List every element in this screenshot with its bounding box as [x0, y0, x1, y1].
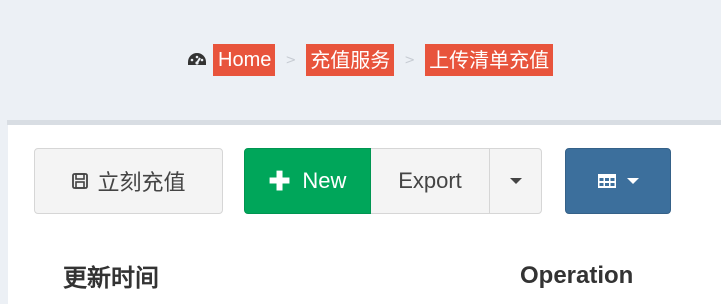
- recharge-now-label: 立刻充值: [97, 171, 186, 196]
- column-header-updated-time[interactable]: 更新时间: [63, 258, 159, 293]
- export-button[interactable]: Export: [371, 148, 490, 214]
- table-icon: [597, 173, 617, 189]
- caret-down-icon: [509, 178, 522, 184]
- breadcrumb-item-home[interactable]: Home: [213, 44, 276, 76]
- new-label: New: [302, 168, 347, 193]
- breadcrumb-separator: >: [285, 52, 297, 68]
- breadcrumb-separator: >: [404, 52, 416, 68]
- recharge-now-button[interactable]: 立刻充值: [34, 148, 223, 214]
- new-button[interactable]: ✚ New: [244, 148, 371, 214]
- plus-icon: ✚: [268, 166, 291, 196]
- breadcrumb: Home > 充值服务 > 上传清单充值: [186, 43, 554, 77]
- breadcrumb-item-recharge-service[interactable]: 充值服务: [306, 44, 395, 76]
- export-label: Export: [398, 168, 462, 193]
- caret-down-icon: [627, 178, 639, 184]
- column-header-operation: Operation: [520, 262, 634, 289]
- breadcrumb-item-upload-list-recharge: 上传清单充值: [425, 44, 554, 76]
- dashboard-icon: [186, 49, 208, 71]
- columns-dropdown-button[interactable]: [565, 148, 671, 214]
- export-dropdown-toggle[interactable]: [489, 148, 542, 214]
- save-icon: [71, 172, 89, 190]
